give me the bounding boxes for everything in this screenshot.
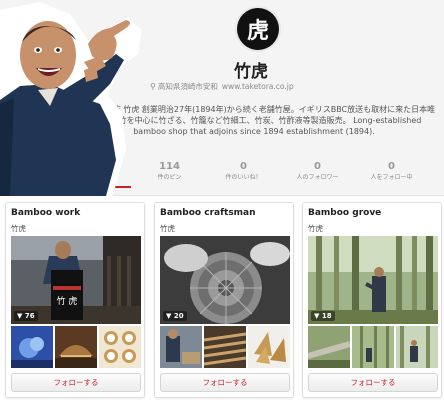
board-title[interactable]: Bamboo work xyxy=(11,208,80,218)
pin-icon: ▼ xyxy=(166,312,172,320)
stat-label: 人のフォロワー xyxy=(296,174,339,181)
pin-count-badge: ▼ 76 xyxy=(14,311,38,321)
location-pin-icon: ⚲ xyxy=(150,82,156,91)
board-card[interactable]: Bamboo grove 竹虎 ▼ 18 フォローする xyxy=(302,202,442,398)
board-card[interactable]: Bamboo work 竹虎 竹 虎 ▼ 76 フォローする xyxy=(5,202,145,398)
follow-button[interactable]: フォローする xyxy=(11,373,141,392)
board-cover-image[interactable]: 竹 虎 ▼ 76 xyxy=(11,236,141,324)
stat-count: 0 xyxy=(314,161,321,172)
pin-count: 20 xyxy=(173,312,184,320)
stat-likes[interactable]: 0 件のいいね！ xyxy=(208,160,279,192)
brand-logo[interactable]: 虎 xyxy=(237,8,279,50)
follow-button[interactable]: フォローする xyxy=(160,373,290,392)
thumbnail[interactable] xyxy=(99,326,141,368)
pin-count-badge: ▼ 18 xyxy=(311,311,335,321)
website-link[interactable]: www.taketora.co.jp xyxy=(222,82,294,91)
board-cover-image[interactable]: ▼ 20 xyxy=(160,236,290,324)
board-title[interactable]: Bamboo grove xyxy=(308,208,381,218)
stat-following[interactable]: 0 人をフォロー中 xyxy=(356,160,427,192)
board-owner: 竹虎 xyxy=(308,224,323,233)
profile-person-cutout xyxy=(0,2,142,198)
svg-text:竹 虎: 竹 虎 xyxy=(57,295,78,307)
stat-followers[interactable]: 0 人のフォロワー xyxy=(282,160,353,192)
follow-button[interactable]: フォローする xyxy=(308,373,438,392)
board-owner: 竹虎 xyxy=(160,224,175,233)
profile-location: ⚲ 高知県須崎市安和 www.taketora.co.jp xyxy=(150,81,390,92)
board-cover-image[interactable]: ▼ 18 xyxy=(308,236,438,324)
board-card[interactable]: Bamboo craftsman 竹虎 ▼ 20 フォローする xyxy=(154,202,294,398)
board-thumbnails xyxy=(160,326,290,368)
stat-count: 0 xyxy=(388,161,395,172)
thumbnail[interactable] xyxy=(204,326,246,368)
thumbnail[interactable] xyxy=(160,326,202,368)
thumbnail[interactable] xyxy=(55,326,97,368)
location-text: 高知県須崎市安和 xyxy=(157,82,218,91)
thumbnail[interactable] xyxy=(248,326,290,368)
pin-icon: ▼ xyxy=(314,312,320,320)
thumbnail[interactable] xyxy=(352,326,394,368)
board-owner: 竹虎 xyxy=(11,224,26,233)
board-thumbnails xyxy=(11,326,141,368)
pin-count-badge: ▼ 20 xyxy=(163,311,187,321)
stat-label: 人をフォロー中 xyxy=(370,174,413,181)
stat-label: 件のいいね！ xyxy=(225,174,262,181)
pin-count: 76 xyxy=(24,312,35,320)
pin-icon: ▼ xyxy=(17,312,23,320)
stat-count: 0 xyxy=(240,161,247,172)
thumbnail[interactable] xyxy=(396,326,438,368)
board-title[interactable]: Bamboo craftsman xyxy=(160,208,256,218)
thumbnail[interactable] xyxy=(308,326,350,368)
pin-count: 18 xyxy=(321,312,332,320)
board-thumbnails xyxy=(308,326,438,368)
thumbnail[interactable] xyxy=(11,326,53,368)
